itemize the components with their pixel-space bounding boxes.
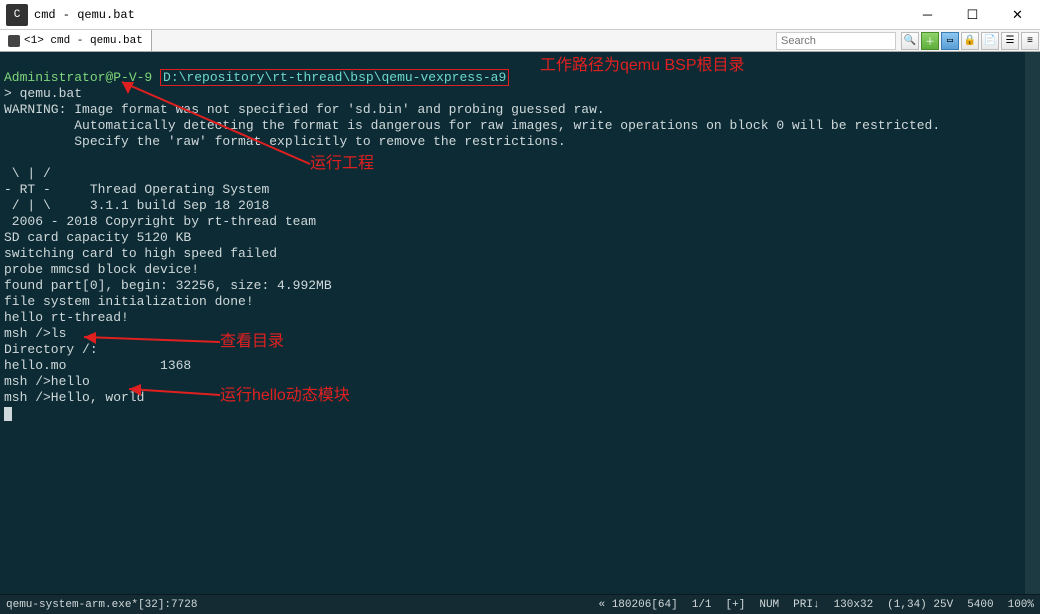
windows-button[interactable]: ▭ [941, 32, 959, 50]
annotation-run-hello: 运行hello动态模块 [220, 388, 350, 404]
tabbar: <1> cmd - qemu.bat 🔍 ＋ ▭ 🔒 📄 ☰ ≡ [0, 30, 1040, 52]
statusbar: qemu-system-arm.exe*[32]:7728 « 180206[6… [0, 594, 1040, 614]
status-num: NUM [759, 599, 779, 611]
status-process: qemu-system-arm.exe*[32]:7728 [6, 599, 197, 611]
status-encoding: « 180206[64] [599, 599, 678, 611]
term-line: - RT - Thread Operating System [4, 182, 269, 197]
term-line: Directory /: [4, 342, 98, 357]
search-button[interactable]: 🔍 [901, 32, 919, 50]
term-line: file system initialization done! [4, 294, 254, 309]
term-line: SD card capacity 5120 KB [4, 230, 191, 245]
prompt-path: D:\repository\rt-thread\bsp\qemu-vexpres… [160, 69, 509, 86]
term-line: \ | / [4, 166, 51, 181]
close-button[interactable]: ✕ [995, 0, 1040, 30]
annotation-ls: 查看目录 [220, 334, 284, 350]
term-line: 2006 - 2018 Copyright by rt-thread team [4, 214, 316, 229]
term-line: Specify the 'raw' format explicitly to r… [4, 134, 566, 149]
term-line: Automatically detecting the format is da… [4, 118, 940, 133]
term-line: found part[0], begin: 32256, size: 4.992… [4, 278, 332, 293]
cursor [4, 407, 12, 421]
scrollbar[interactable] [1025, 52, 1040, 594]
status-page: 1/1 [692, 599, 712, 611]
copy-button[interactable]: 📄 [981, 32, 999, 50]
tab-cmd-qemu[interactable]: <1> cmd - qemu.bat [0, 30, 152, 51]
menu-button[interactable]: ≡ [1021, 32, 1039, 50]
term-line: msh />hello [4, 374, 90, 389]
search-input[interactable] [776, 32, 896, 50]
app-icon: C [6, 4, 28, 26]
status-size: 130x32 [834, 599, 874, 611]
terminal-output[interactable]: Administrator@P-V-9 D:\repository\rt-thr… [0, 52, 1040, 594]
status-pri: PRI↓ [793, 599, 819, 611]
term-line: hello.mo 1368 [4, 358, 191, 373]
term-line: switching card to high speed failed [4, 246, 277, 261]
status-cursor: (1,34) 25V [887, 599, 953, 611]
terminal-icon [8, 35, 20, 47]
minimize-button[interactable]: ─ [905, 0, 950, 30]
status-zoom: 100% [1008, 599, 1034, 611]
status-delay: 5400 [967, 599, 993, 611]
maximize-button[interactable]: ☐ [950, 0, 995, 30]
term-line: hello rt-thread! [4, 310, 129, 325]
annotation-run-project: 运行工程 [310, 156, 374, 172]
lock-button[interactable]: 🔒 [961, 32, 979, 50]
list-button[interactable]: ☰ [1001, 32, 1019, 50]
term-line: WARNING: Image format was not specified … [4, 102, 605, 117]
term-line: > qemu.bat [4, 86, 82, 101]
term-line: / | \ 3.1.1 build Sep 18 2018 [4, 198, 269, 213]
term-line: probe mmcsd block device! [4, 262, 199, 277]
tab-label: <1> cmd - qemu.bat [24, 35, 143, 47]
status-plus: [+] [726, 599, 746, 611]
term-line: msh />Hello, world [4, 390, 144, 405]
titlebar: C cmd - qemu.bat ─ ☐ ✕ [0, 0, 1040, 30]
term-line: msh />ls [4, 326, 66, 341]
annotation-workdir: 工作路径为qemu BSP根目录 [540, 58, 745, 74]
prompt-user: Administrator@P-V-9 [4, 70, 160, 85]
window-title: cmd - qemu.bat [34, 8, 135, 22]
new-tab-button[interactable]: ＋ [921, 32, 939, 50]
